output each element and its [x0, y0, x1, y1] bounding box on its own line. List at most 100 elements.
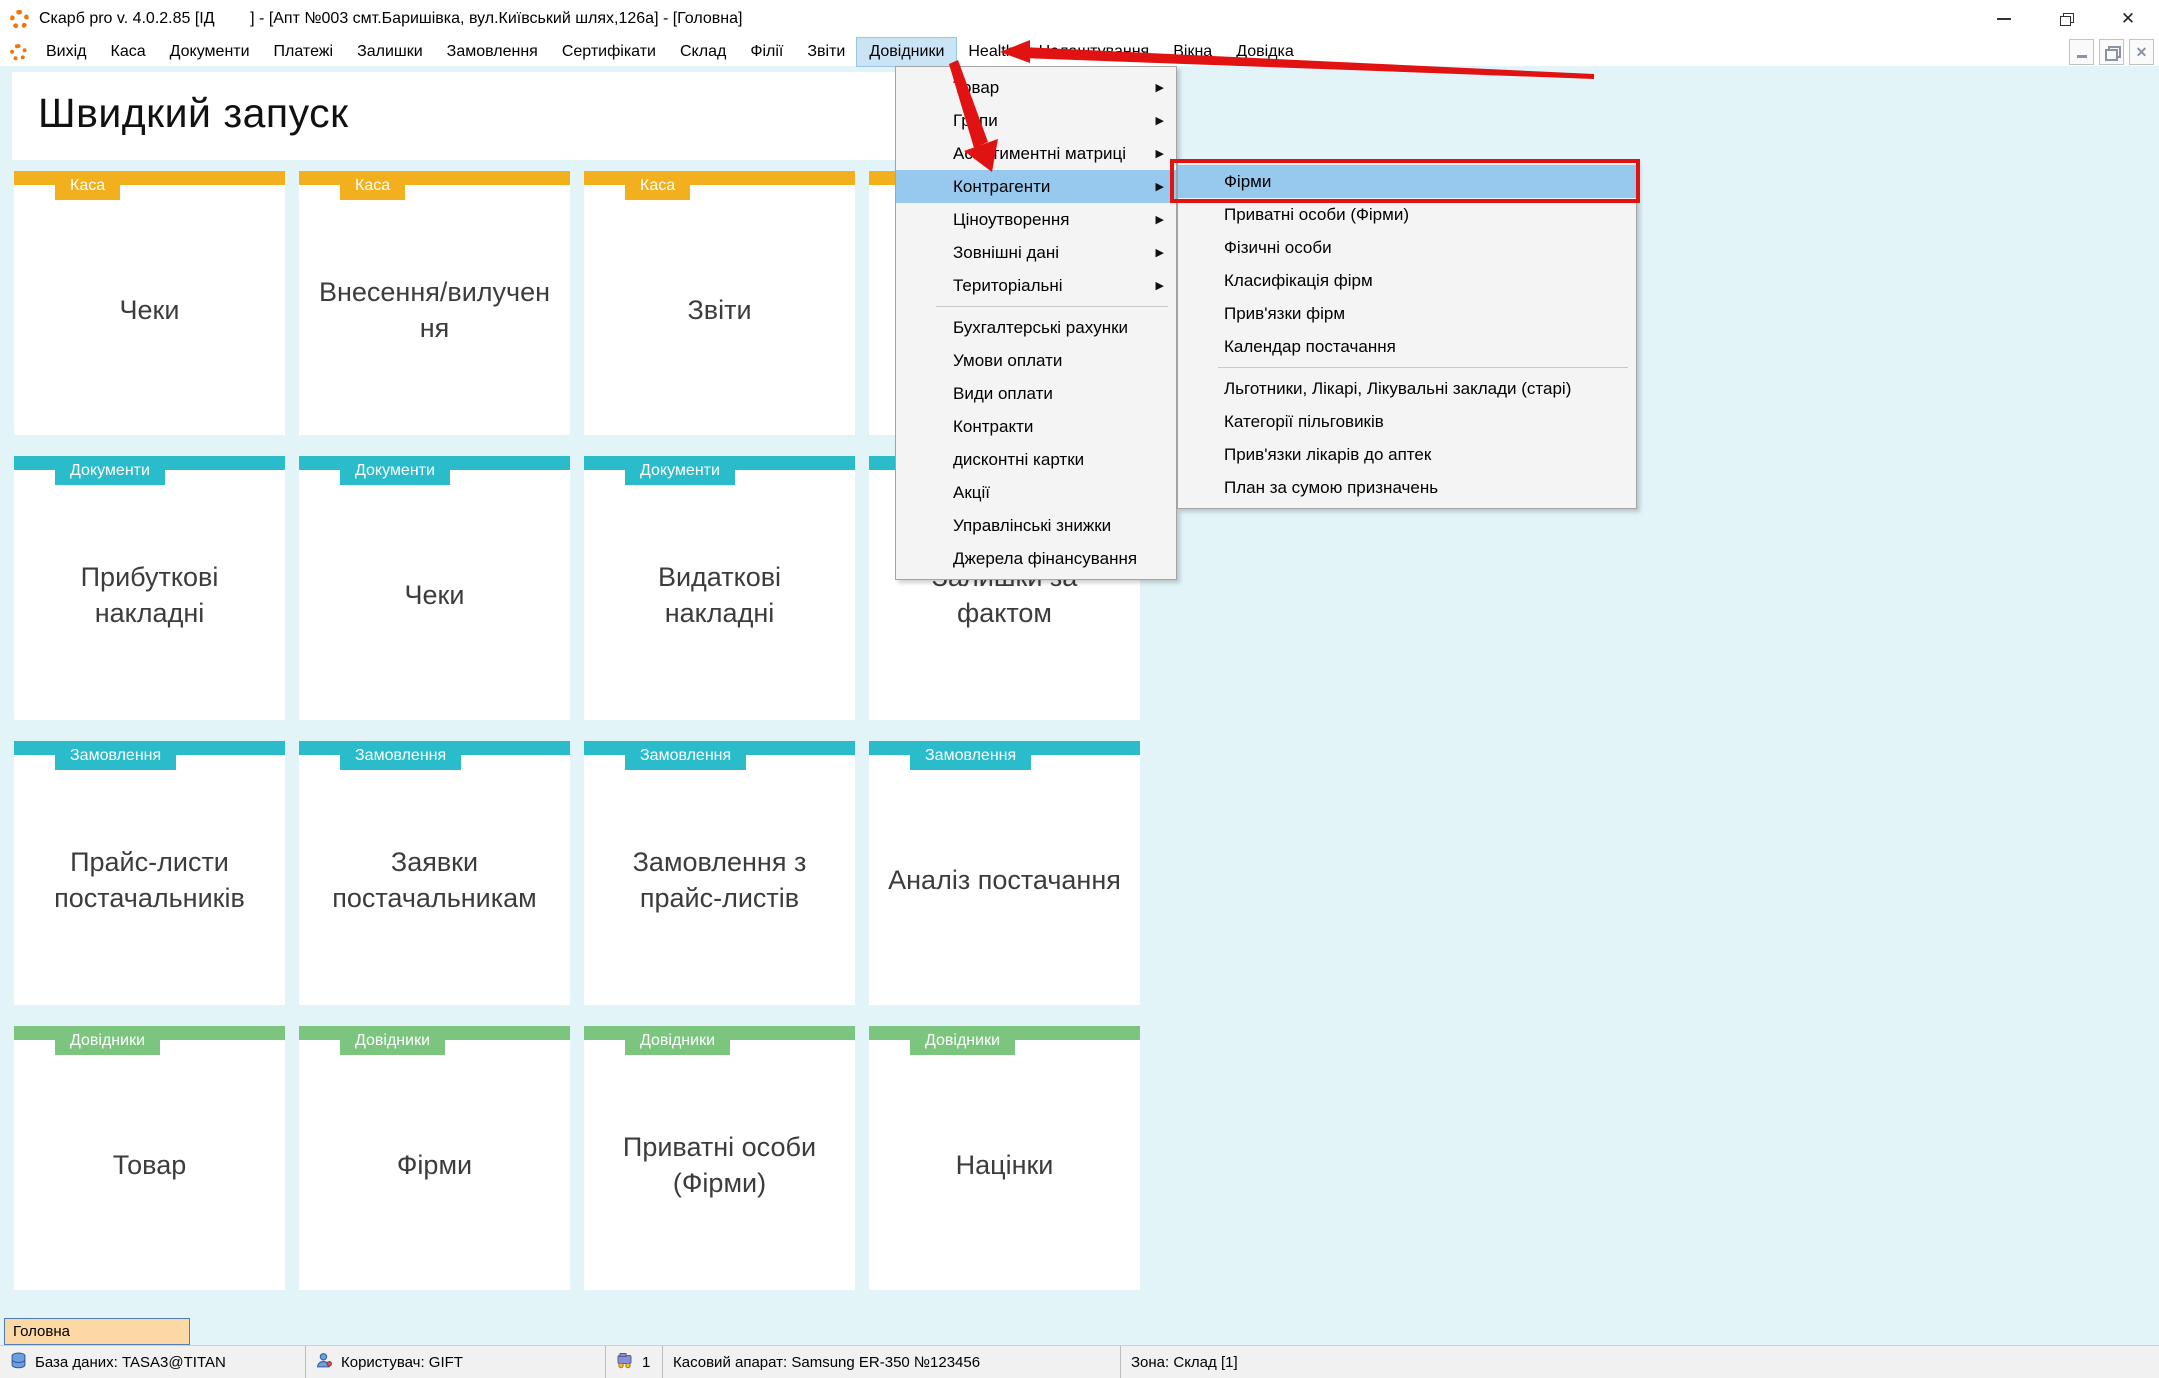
submenu-arrow-icon: ▶	[1156, 213, 1164, 226]
tile[interactable]: ДокументиЧеки	[299, 456, 570, 720]
submenu-item[interactable]: Льготники, Лікарі, Лікувальні заклади (с…	[1178, 372, 1636, 405]
dropdown-item[interactable]: Управлінські знижки	[896, 509, 1176, 542]
dropdown-item[interactable]: Ціноутворення ▶	[896, 203, 1176, 236]
tile-category-tag: Довідники	[55, 1026, 160, 1055]
kontrahenty-submenu: Фірми Приватні особи (Фірми)Фізичні особи…	[1177, 160, 1637, 509]
child-minimize-button[interactable]	[2069, 39, 2094, 65]
tile-label: Прибуткові накладні	[63, 545, 237, 632]
submenu-item-label: Класифікація фірм	[1224, 271, 1373, 291]
menubar-item[interactable]: Звіти	[795, 38, 857, 66]
tile[interactable]: Документи Видаткові накладні	[584, 456, 855, 720]
menubar-item[interactable]: Документи	[158, 38, 262, 66]
minimize-icon	[1997, 18, 2011, 20]
status-bar: База даних: TASA3@TITANКористувач: GIFT1…	[0, 1345, 2159, 1378]
tile-label: Прайс-листи постачальників	[36, 830, 263, 917]
dropdown-item-label: Контракти	[953, 417, 1033, 437]
menubar-item[interactable]: Склад	[668, 38, 738, 66]
submenu-item[interactable]: Фізичні особи	[1178, 231, 1636, 264]
tile[interactable]: ДовідникиПриватні особи (Фірми)	[584, 1026, 855, 1290]
dropdown-item-kontrahenty[interactable]: Контрагенти▶	[896, 170, 1176, 203]
dropdown-item[interactable]: Бухгалтерські рахунки	[896, 311, 1176, 344]
submenu-item[interactable]: Класифікація фірм	[1178, 264, 1636, 297]
dropdown-item[interactable]: Контракти	[896, 410, 1176, 443]
tile[interactable]: КасаВнесення/вилучен ня	[299, 171, 570, 435]
submenu-item-firmy[interactable]: Фірми	[1178, 165, 1636, 198]
tile[interactable]: ЗамовленняАналіз постачання	[869, 741, 1140, 1005]
submenu-item[interactable]: План за сумою призначень	[1178, 471, 1636, 504]
dropdown-item[interactable]: Умови оплати	[896, 344, 1176, 377]
dropdown-item-label: Акції	[953, 483, 990, 503]
tile[interactable]: ЗамовленняЗамовлення з прайс-листів	[584, 741, 855, 1005]
tile[interactable]: Довідники Фірми	[299, 1026, 570, 1290]
tile[interactable]: КасаЧеки	[14, 171, 285, 435]
submenu-item[interactable]: Приватні особи (Фірми)	[1178, 198, 1636, 231]
database-icon	[10, 1352, 27, 1373]
tile-label: Видаткові накладні	[640, 545, 799, 632]
dropdown-item[interactable]: Джерела фінансування	[896, 542, 1176, 575]
dropdown-item[interactable]: Зовнішні дані▶	[896, 236, 1176, 269]
menubar-item[interactable]: Платежі	[262, 38, 346, 66]
cash-register-icon	[616, 1352, 634, 1373]
menubar-item[interactable]: Залишки	[345, 38, 435, 66]
menubar-item-dovidnyky[interactable]: Довідники	[857, 38, 956, 66]
menubar-item[interactable]: Каса	[99, 38, 158, 66]
menubar-item[interactable]: Сертифікати	[550, 38, 668, 66]
menubar-item[interactable]: Замовлення	[435, 38, 550, 66]
tile-category-tag: Каса	[340, 171, 405, 200]
child-close-button[interactable]: ✕	[2129, 39, 2154, 65]
submenu-item[interactable]: Прив'язки фірм	[1178, 297, 1636, 330]
dropdown-item-label: Види оплати	[953, 384, 1053, 404]
tile-label: Товар	[95, 1133, 204, 1183]
minimize-button[interactable]	[1973, 0, 2035, 38]
title-bar: Скарб pro v. 4.0.2.85 [ІД ] - [Апт №003 …	[0, 0, 2159, 38]
tile-label: Чеки	[387, 563, 483, 613]
tile-label: Аналіз постачання	[870, 848, 1139, 898]
close-button[interactable]: ✕	[2097, 0, 2159, 38]
tile[interactable]: ДовідникиНацінки	[869, 1026, 1140, 1290]
tile-label: Фірми	[379, 1133, 490, 1183]
app-window: Скарб pro v. 4.0.2.85 [ІД ] - [Апт №003 …	[0, 0, 2159, 1378]
tile-category-tag: Довідники	[340, 1026, 445, 1055]
submenu-item[interactable]: Прив'язки лікарів до аптек	[1178, 438, 1636, 471]
tile[interactable]: КасаЗвіти	[584, 171, 855, 435]
submenu-item[interactable]: Календар постачання	[1178, 330, 1636, 363]
dropdown-item[interactable]: Види оплати	[896, 377, 1176, 410]
menubar-item[interactable]: Філії	[738, 38, 795, 66]
restore-icon	[2060, 13, 2073, 25]
menubar-item[interactable]: Вихід	[34, 38, 99, 66]
tile[interactable]: ДокументиПрибуткові накладні	[14, 456, 285, 720]
dropdown-item[interactable]: Територіальні▶	[896, 269, 1176, 302]
tile-label: Приватні особи (Фірми)	[605, 1115, 834, 1202]
user-icon	[316, 1352, 333, 1373]
menubar-item[interactable]: Довідка	[1224, 38, 1306, 66]
dropdown-item[interactable]: Акції	[896, 476, 1176, 509]
submenu-item-label: Льготники, Лікарі, Лікувальні заклади (с…	[1224, 379, 1571, 399]
tile[interactable]: Довідники Товар	[14, 1026, 285, 1290]
tile-category-tag: Замовлення	[340, 741, 461, 770]
dropdown-item[interactable]: Групи▶	[896, 104, 1176, 137]
minimize-icon	[2077, 55, 2087, 58]
dropdown-item[interactable]: дисконтні картки	[896, 443, 1176, 476]
tile[interactable]: ЗамовленняПрайс-листи постачальників	[14, 741, 285, 1005]
dropdown-separator	[936, 306, 1168, 307]
restore-button[interactable]	[2035, 0, 2097, 38]
menubar-item[interactable]: Вікна	[1161, 38, 1224, 66]
tile[interactable]: ЗамовленняЗаявки постачальникам	[299, 741, 570, 1005]
menubar-item[interactable]: Health	[956, 38, 1026, 66]
tile-label: Націнки	[938, 1133, 1072, 1183]
submenu-arrow-icon: ▶	[1156, 147, 1164, 160]
tab-holovna[interactable]: Головна	[4, 1318, 190, 1345]
tile-label: Звіти	[669, 278, 769, 328]
dropdown-item[interactable]: Товар▶	[896, 71, 1176, 104]
dropdown-item-label: Ціноутворення	[953, 210, 1069, 230]
child-restore-button[interactable]	[2099, 39, 2124, 65]
submenu-item-label: Фірми	[1224, 172, 1271, 192]
tile-category-tag: Документи	[625, 456, 735, 485]
window-controls: ✕	[1973, 0, 2159, 38]
menubar-item[interactable]: Налаштування	[1027, 38, 1162, 66]
status-item-text: База даних: TASA3@TITAN	[35, 1354, 226, 1371]
submenu-item[interactable]: Категорії пільговиків	[1178, 405, 1636, 438]
dropdown-item[interactable]: Асортиментні матриці▶	[896, 137, 1176, 170]
submenu-item-label: Календар постачання	[1224, 337, 1396, 357]
dropdown-item-label: Бухгалтерські рахунки	[953, 318, 1128, 338]
